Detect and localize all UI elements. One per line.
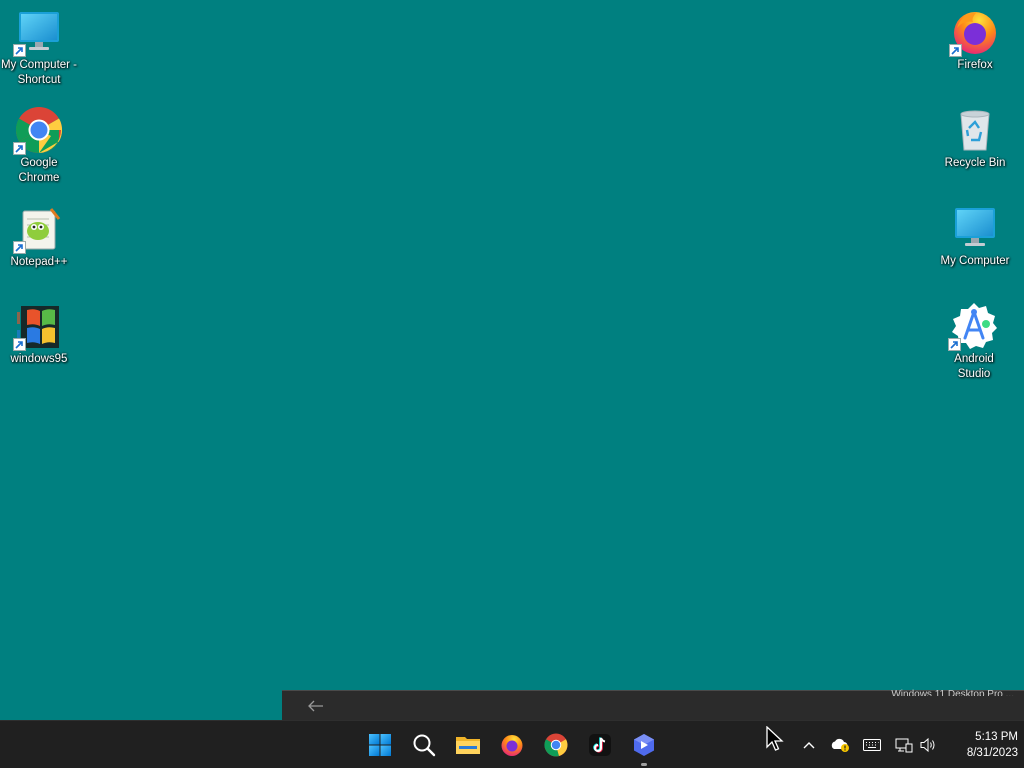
desktop-icon-firefox[interactable]: Firefox — [935, 8, 1015, 73]
desktop-icon-my-computer-shortcut[interactable]: My Computer - Shortcut — [0, 8, 79, 88]
clock-date: 8/31/2023 — [966, 747, 1018, 759]
desktop-icon-label: Recycle Bin — [944, 157, 1006, 169]
windows-start-icon — [369, 734, 391, 756]
back-arrow-icon[interactable] — [306, 696, 326, 716]
shortcut-arrow-icon — [13, 44, 26, 57]
shortcut-arrow-icon — [13, 142, 26, 155]
shortcut-arrow-icon — [948, 338, 961, 351]
desktop-icon-windows95[interactable]: windows95 — [0, 302, 79, 367]
tiktok-icon — [589, 734, 611, 756]
desktop-icon-label: Firefox — [957, 59, 993, 71]
chrome-taskbar-button[interactable] — [540, 729, 572, 761]
taskbar: 5:13 PM 8/31/2023 — [0, 720, 1024, 768]
touch-keyboard-button[interactable] — [862, 735, 882, 755]
firefox-icon — [949, 8, 999, 57]
folder-icon — [456, 737, 480, 754]
network-icon — [895, 738, 913, 753]
flyout-partial-text: Windows 11 Desktop Pro ... — [891, 689, 1014, 696]
desktop-icon-label: Android Studio — [954, 353, 994, 380]
android-studio-icon — [948, 302, 998, 351]
recycle-bin-icon — [951, 106, 999, 154]
show-hidden-icons-button[interactable] — [799, 735, 819, 755]
clock-time: 5:13 PM — [975, 731, 1018, 743]
desktop-icon-label: My Computer — [940, 255, 1010, 267]
chrome-icon — [544, 733, 568, 757]
notepadpp-icon — [13, 205, 63, 254]
desktop-icon-recycle-bin[interactable]: Recycle Bin — [935, 106, 1015, 171]
desktop-icon-label: Notepad++ — [10, 256, 68, 268]
volume-tray-button[interactable] — [918, 735, 938, 755]
power-automate-taskbar-button[interactable] — [628, 729, 660, 766]
windows95-icon — [13, 302, 63, 351]
onedrive-tray-button[interactable] — [830, 735, 850, 755]
shortcut-arrow-icon — [949, 44, 962, 57]
desktop-icon-label: windows95 — [10, 353, 68, 365]
desktop-icon-label: My Computer - Shortcut — [0, 59, 78, 86]
desktop-icon-my-computer[interactable]: My Computer — [935, 204, 1015, 269]
widget-flyout-bar: Windows 11 Desktop Pro ... — [282, 689, 1024, 720]
chrome-icon — [13, 106, 63, 155]
monitor-icon — [13, 8, 63, 57]
taskbar-clock[interactable]: 5:13 PM 8/31/2023 — [940, 729, 1018, 761]
start-button[interactable] — [364, 729, 396, 761]
monitor-icon — [951, 204, 999, 252]
desktop-icon-google-chrome[interactable]: Google Chrome — [0, 106, 79, 186]
search-button[interactable] — [408, 729, 440, 761]
mouse-cursor-icon — [766, 726, 784, 751]
desktop-icon-android-studio[interactable]: Android Studio — [934, 302, 1014, 382]
firefox-taskbar-button[interactable] — [496, 729, 528, 761]
chevron-up-icon — [803, 742, 815, 749]
desktop-icon-label: Google Chrome — [18, 157, 60, 184]
onedrive-warning-icon — [831, 738, 849, 752]
file-explorer-button[interactable] — [452, 729, 484, 761]
search-icon — [413, 734, 436, 757]
running-indicator — [641, 763, 647, 766]
shortcut-arrow-icon — [13, 241, 26, 254]
volume-icon — [920, 737, 935, 753]
tiktok-taskbar-button[interactable] — [584, 729, 616, 761]
power-automate-icon — [634, 734, 654, 756]
keyboard-icon — [863, 739, 881, 751]
firefox-icon — [501, 735, 523, 756]
shortcut-arrow-icon — [13, 338, 26, 351]
network-tray-button[interactable] — [894, 735, 914, 755]
desktop-icon-notepad-plus-plus[interactable]: Notepad++ — [0, 205, 79, 270]
